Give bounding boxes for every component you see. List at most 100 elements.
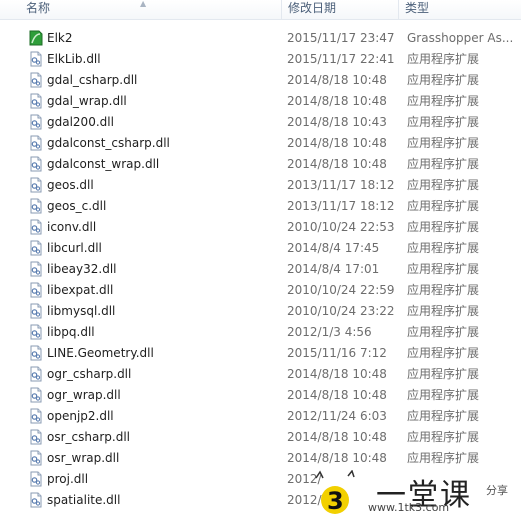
file-name: gdal_csharp.dll — [47, 73, 138, 87]
file-row[interactable]: ElkLib.dll 2015/11/17 22:41 应用程序扩展 — [0, 49, 521, 70]
file-type: 应用程序扩展 — [407, 325, 480, 339]
file-name: spatialite.dll — [47, 493, 121, 507]
file-date: 2014/8/18 10:48 — [287, 430, 387, 444]
file-date: 2014/8/18 10:48 — [287, 451, 387, 465]
dll-file-icon — [28, 114, 44, 130]
file-row[interactable]: proj.dll 2012/ — [0, 469, 521, 490]
dll-file-icon — [28, 471, 44, 487]
dll-file-icon — [28, 72, 44, 88]
file-row[interactable]: gdalconst_wrap.dll 2014/8/18 10:48 应用程序扩展 — [0, 154, 521, 175]
dll-file-icon — [28, 303, 44, 319]
file-row[interactable]: osr_csharp.dll 2014/8/18 10:48 应用程序扩展 — [0, 427, 521, 448]
dll-file-icon — [28, 345, 44, 361]
dll-file-icon — [28, 135, 44, 151]
file-name: libcurl.dll — [47, 241, 102, 255]
file-name: iconv.dll — [47, 220, 97, 234]
file-date: 2012/1/3 4:56 — [287, 325, 372, 339]
file-type: 应用程序扩展 — [407, 73, 480, 87]
file-date: 2015/11/17 22:41 — [287, 52, 395, 66]
file-date: 2012/ — [287, 472, 322, 486]
file-row[interactable]: osr_wrap.dll 2014/8/18 10:48 应用程序扩展 — [0, 448, 521, 469]
file-date: 2013/11/17 18:12 — [287, 178, 395, 192]
file-date: 2014/8/4 17:45 — [287, 241, 380, 255]
file-type: 应用程序扩展 — [407, 94, 480, 108]
file-row[interactable]: iconv.dll 2010/10/24 22:53 应用程序扩展 — [0, 217, 521, 238]
dll-file-icon — [28, 198, 44, 214]
file-row[interactable]: libmysql.dll 2010/10/24 23:22 应用程序扩展 — [0, 301, 521, 322]
file-type: 应用程序扩展 — [407, 178, 480, 192]
dll-file-icon — [28, 219, 44, 235]
file-row[interactable]: ogr_wrap.dll 2014/8/18 10:48 应用程序扩展 — [0, 385, 521, 406]
file-type: 应用程序扩展 — [407, 409, 480, 423]
file-type: 应用程序扩展 — [407, 52, 480, 66]
file-row[interactable]: gdal_wrap.dll 2014/8/18 10:48 应用程序扩展 — [0, 91, 521, 112]
file-row[interactable]: Elk2 2015/11/17 23:47 Grasshopper As... — [0, 28, 521, 49]
dll-file-icon — [28, 261, 44, 277]
file-row[interactable]: libpq.dll 2012/1/3 4:56 应用程序扩展 — [0, 322, 521, 343]
file-name: ElkLib.dll — [47, 52, 101, 66]
dll-file-icon — [28, 282, 44, 298]
file-row[interactable]: geos.dll 2013/11/17 18:12 应用程序扩展 — [0, 175, 521, 196]
column-header-bar: ▲ 名称 修改日期 类型 — [0, 0, 521, 20]
file-name: libexpat.dll — [47, 283, 114, 297]
file-date: 2014/8/18 10:43 — [287, 115, 387, 129]
file-name: ogr_wrap.dll — [47, 388, 121, 402]
file-name: proj.dll — [47, 472, 89, 486]
file-name: libmysql.dll — [47, 304, 116, 318]
file-name: osr_wrap.dll — [47, 451, 120, 465]
dll-file-icon — [28, 492, 44, 508]
file-row[interactable]: gdal_csharp.dll 2014/8/18 10:48 应用程序扩展 — [0, 70, 521, 91]
file-type: 应用程序扩展 — [407, 220, 480, 234]
dll-file-icon — [28, 177, 44, 193]
column-header-date[interactable]: 修改日期 — [281, 0, 398, 19]
file-date: 2010/10/24 22:53 — [287, 220, 395, 234]
file-row[interactable]: spatialite.dll 2012/1 — [0, 490, 521, 511]
file-row[interactable]: gdal200.dll 2014/8/18 10:43 应用程序扩展 — [0, 112, 521, 133]
file-row[interactable]: libexpat.dll 2010/10/24 22:59 应用程序扩展 — [0, 280, 521, 301]
file-date: 2014/8/4 17:01 — [287, 262, 380, 276]
file-row[interactable]: ogr_csharp.dll 2014/8/18 10:48 应用程序扩展 — [0, 364, 521, 385]
file-row[interactable]: libcurl.dll 2014/8/4 17:45 应用程序扩展 — [0, 238, 521, 259]
file-type: 应用程序扩展 — [407, 430, 480, 444]
file-name: geos.dll — [47, 178, 94, 192]
dll-file-icon — [28, 240, 44, 256]
file-date: 2012/1 — [287, 493, 330, 507]
file-name: gdalconst_csharp.dll — [47, 136, 170, 150]
file-name: gdalconst_wrap.dll — [47, 157, 160, 171]
grasshopper-icon — [28, 30, 44, 46]
file-date: 2010/10/24 22:59 — [287, 283, 395, 297]
file-type: 应用程序扩展 — [407, 346, 480, 360]
file-row[interactable]: geos_c.dll 2013/11/17 18:12 应用程序扩展 — [0, 196, 521, 217]
file-name: osr_csharp.dll — [47, 430, 130, 444]
dll-file-icon — [28, 408, 44, 424]
file-name: libeay32.dll — [47, 262, 117, 276]
column-header-type[interactable]: 类型 — [398, 0, 521, 19]
dll-file-icon — [28, 93, 44, 109]
file-type: 应用程序扩展 — [407, 262, 480, 276]
file-date: 2014/8/18 10:48 — [287, 73, 387, 87]
file-type: 应用程序扩展 — [407, 304, 480, 318]
file-row[interactable]: libeay32.dll 2014/8/4 17:01 应用程序扩展 — [0, 259, 521, 280]
file-date: 2014/8/18 10:48 — [287, 388, 387, 402]
file-type: 应用程序扩展 — [407, 199, 480, 213]
file-date: 2015/11/17 23:47 — [287, 31, 395, 45]
file-type: 应用程序扩展 — [407, 283, 480, 297]
file-date: 2014/8/18 10:48 — [287, 136, 387, 150]
file-name: openjp2.dll — [47, 409, 114, 423]
dll-file-icon — [28, 450, 44, 466]
file-type: 应用程序扩展 — [407, 115, 480, 129]
dll-file-icon — [28, 387, 44, 403]
file-row[interactable]: openjp2.dll 2012/11/24 6:03 应用程序扩展 — [0, 406, 521, 427]
file-name: LINE.Geometry.dll — [47, 346, 154, 360]
file-row[interactable]: gdalconst_csharp.dll 2014/8/18 10:48 应用程序扩… — [0, 133, 521, 154]
dll-file-icon — [28, 324, 44, 340]
file-row[interactable]: LINE.Geometry.dll 2015/11/16 7:12 应用程序扩展 — [0, 343, 521, 364]
column-header-name[interactable]: 名称 — [20, 0, 281, 19]
file-type: 应用程序扩展 — [407, 136, 480, 150]
file-name: Elk2 — [47, 31, 73, 45]
file-type: 应用程序扩展 — [407, 157, 480, 171]
file-type: 应用程序扩展 — [407, 451, 480, 465]
file-type: 应用程序扩展 — [407, 388, 480, 402]
file-date: 2013/11/17 18:12 — [287, 199, 395, 213]
file-name: geos_c.dll — [47, 199, 107, 213]
